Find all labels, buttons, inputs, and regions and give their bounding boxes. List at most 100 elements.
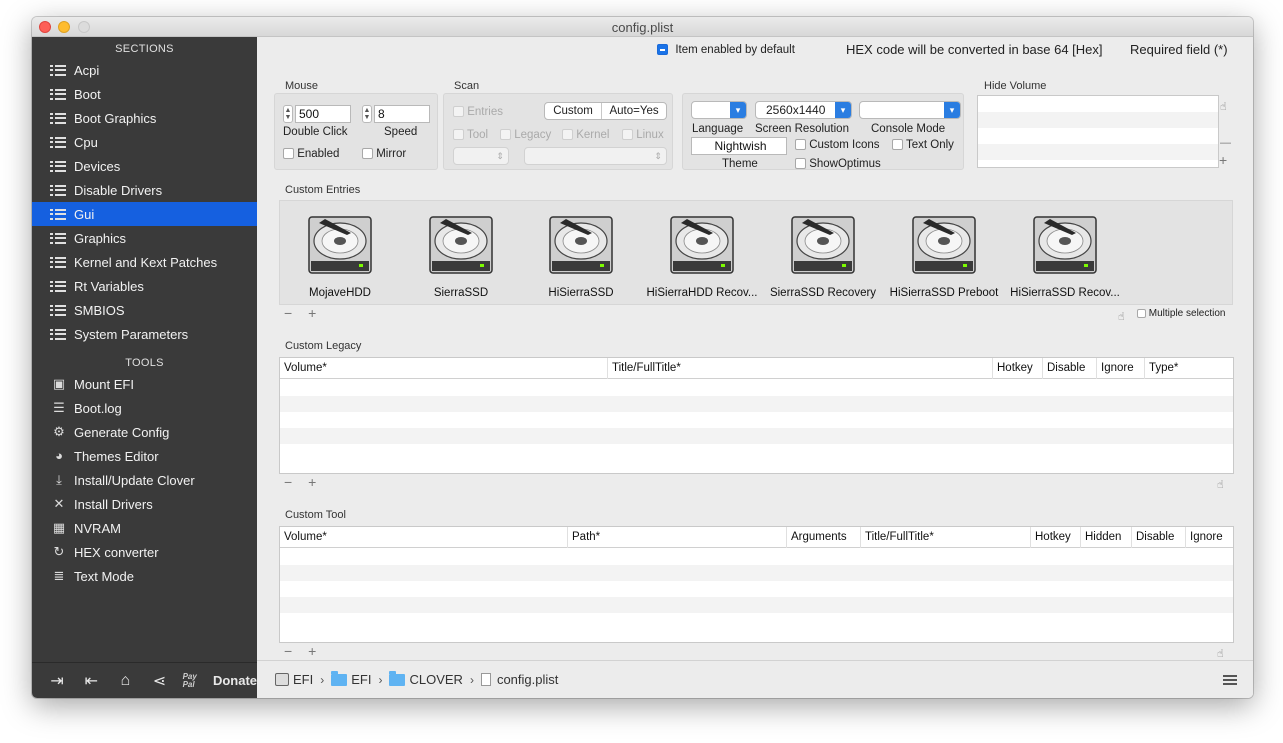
sidebar-item-label: Cpu	[74, 134, 98, 150]
custom-entries-add-remove[interactable]: − +	[284, 305, 322, 321]
show-optimus-checkbox[interactable]: ShowOptimus	[795, 158, 881, 170]
sidebar-item-rt-variables[interactable]: Rt Variables	[32, 274, 257, 298]
custom-entry-disk[interactable]: HiSierraSSD	[521, 213, 641, 299]
scan-group-label: Scan	[454, 80, 480, 92]
sidebar-tool-generate-config[interactable]: ⚙ Generate Config	[32, 420, 257, 444]
sidebar-tool-boot-log[interactable]: ☰ Boot.log	[32, 396, 257, 420]
custom-legacy-drag-icon[interactable]: ☝	[1217, 478, 1224, 491]
col-disable[interactable]: Disable	[1132, 527, 1186, 548]
sidebar-item-disable-drivers[interactable]: Disable Drivers	[32, 178, 257, 202]
scan-legacy-checkbox[interactable]: Legacy	[500, 129, 551, 141]
speed-stepper[interactable]: ▲ ▼	[362, 105, 372, 123]
export-button[interactable]: ⇤	[74, 669, 108, 693]
mouse-mirror-checkbox[interactable]: Mirror	[362, 148, 406, 160]
hide-volume-list[interactable]	[977, 95, 1219, 168]
text-only-checkbox[interactable]: Text Only	[892, 139, 954, 151]
custom-entry-disk[interactable]: SierraSSD Recovery	[763, 213, 883, 299]
sidebar-tool-nvram[interactable]: ▦ NVRAM	[32, 516, 257, 540]
col-arguments[interactable]: Arguments	[787, 527, 861, 548]
col-volume[interactable]: Volume*	[280, 527, 568, 548]
custom-tool-label: Custom Tool	[285, 509, 346, 521]
custom-legacy-table[interactable]: Volume* Title/FullTitle* Hotkey Disable …	[279, 357, 1234, 474]
col-disable[interactable]: Disable	[1043, 358, 1097, 379]
hard-disk-icon	[429, 216, 493, 274]
breadcrumb-clover-folder[interactable]: CLOVER ›	[389, 670, 480, 687]
donate-button[interactable]: Pay Pal Donate	[182, 671, 257, 689]
breadcrumb-efi-folder[interactable]: EFI ›	[331, 670, 389, 687]
menu-icon[interactable]	[1223, 675, 1237, 685]
custom-tool-table[interactable]: Volume* Path* Arguments Title/FullTitle*…	[279, 526, 1234, 643]
breadcrumb-efi-drive[interactable]: EFI ›	[275, 672, 331, 687]
scan-auto-segment[interactable]: Auto=Yes	[601, 103, 666, 119]
custom-entry-label: SierraSSD	[433, 287, 489, 299]
col-hidden[interactable]: Hidden	[1081, 527, 1132, 548]
list-icon	[50, 136, 66, 149]
custom-tool-drag-icon[interactable]: ☝	[1217, 647, 1224, 660]
sidebar-tool-install-update-clover[interactable]: ⤓ Install/Update Clover	[32, 468, 257, 492]
speed-field[interactable]: 8	[374, 105, 430, 123]
custom-entry-disk[interactable]: HiSierraSSD Recov...	[1005, 213, 1125, 299]
sidebar-item-smbios[interactable]: SMBIOS	[32, 298, 257, 322]
scan-custom-segment[interactable]: Custom	[545, 103, 601, 119]
sidebar-item-kernel-and-kext-patches[interactable]: Kernel and Kext Patches	[32, 250, 257, 274]
scan-linux-checkbox[interactable]: Linux	[622, 129, 664, 141]
hide-volume-add-button[interactable]: +	[1219, 152, 1233, 168]
col-title[interactable]: Title/FullTitle*	[608, 358, 993, 379]
scan-legacy-popup[interactable]: ⇕	[453, 147, 509, 165]
hide-volume-drag-icon[interactable]: ☝	[1220, 100, 1227, 113]
theme-field[interactable]: Nightwish	[691, 137, 787, 155]
scan-kernel-checkbox[interactable]: Kernel	[562, 129, 609, 141]
double-click-stepper[interactable]: ▲ ▼	[283, 105, 293, 123]
console-mode-popup[interactable]: ▾	[859, 101, 961, 119]
list-icon	[50, 64, 66, 77]
custom-entry-disk[interactable]: HiSierraHDD Recov...	[642, 213, 762, 299]
custom-legacy-add-remove[interactable]: − +	[284, 474, 322, 490]
col-ignore[interactable]: Ignore	[1097, 358, 1145, 379]
custom-tool-add-remove[interactable]: − +	[284, 643, 322, 659]
custom-icons-checkbox[interactable]: Custom Icons	[795, 139, 880, 151]
custom-entries-drag-icon[interactable]: ☝	[1118, 310, 1125, 323]
breadcrumb-config-file[interactable]: config.plist	[480, 672, 558, 687]
sidebar-tool-text-mode[interactable]: ≣ Text Mode	[32, 564, 257, 588]
import-button[interactable]: ⇥	[40, 669, 74, 693]
list-icon	[50, 256, 66, 269]
screen-resolution-popup[interactable]: 2560x1440 ▾	[755, 101, 852, 119]
custom-entry-disk[interactable]: MojaveHDD	[280, 213, 400, 299]
double-click-field[interactable]: 500	[295, 105, 351, 123]
sidebar-item-cpu[interactable]: Cpu	[32, 130, 257, 154]
scan-kernel-popup[interactable]: ⇕	[524, 147, 667, 165]
paypal-icon: Pay Pal	[182, 671, 197, 689]
sidebar-tool-themes-editor[interactable]: ◕ Themes Editor	[32, 444, 257, 468]
sidebar-tool-mount-efi[interactable]: ▣ Mount EFI	[32, 372, 257, 396]
sidebar-tool-install-drivers[interactable]: ✕ Install Drivers	[32, 492, 257, 516]
sidebar-item-boot[interactable]: Boot	[32, 82, 257, 106]
col-volume[interactable]: Volume*	[280, 358, 608, 379]
scan-mode-segmented[interactable]: Custom Auto=Yes	[544, 102, 667, 120]
custom-entry-disk[interactable]: HiSierraSSD Preboot	[884, 213, 1004, 299]
home-button[interactable]: ⌂	[108, 669, 142, 693]
hex-note: HEX code will be converted in base 64 [H…	[846, 42, 1103, 57]
hide-volume-remove-button[interactable]: —	[1220, 137, 1237, 149]
col-path[interactable]: Path*	[568, 527, 787, 548]
sidebar-item-gui[interactable]: Gui	[32, 202, 257, 226]
sidebar-item-system-parameters[interactable]: System Parameters	[32, 322, 257, 346]
boot-log-icon: ☰	[53, 400, 65, 415]
sidebar-tool-hex-converter[interactable]: ↻ HEX converter	[32, 540, 257, 564]
sidebar-item-graphics[interactable]: Graphics	[32, 226, 257, 250]
custom-entry-disk[interactable]: SierraSSD	[401, 213, 521, 299]
share-button[interactable]: ⋖	[142, 669, 176, 693]
col-hotkey[interactable]: Hotkey	[1031, 527, 1081, 548]
multiple-selection-checkbox[interactable]: Multiple selection	[1137, 308, 1226, 319]
scan-entries-checkbox[interactable]: Entries	[453, 106, 503, 118]
col-title[interactable]: Title/FullTitle*	[861, 527, 1031, 548]
language-popup[interactable]: ▾	[691, 101, 747, 119]
sidebar-item-boot-graphics[interactable]: Boot Graphics	[32, 106, 257, 130]
col-hotkey[interactable]: Hotkey	[993, 358, 1043, 379]
sidebar-item-acpi[interactable]: Acpi	[32, 58, 257, 82]
col-ignore[interactable]: Ignore	[1186, 527, 1233, 548]
sidebar-item-devices[interactable]: Devices	[32, 154, 257, 178]
col-type[interactable]: Type*	[1145, 358, 1233, 379]
hard-disk-icon	[791, 216, 855, 274]
scan-tool-checkbox[interactable]: Tool	[453, 129, 488, 141]
mouse-enabled-checkbox[interactable]: Enabled	[283, 148, 339, 160]
